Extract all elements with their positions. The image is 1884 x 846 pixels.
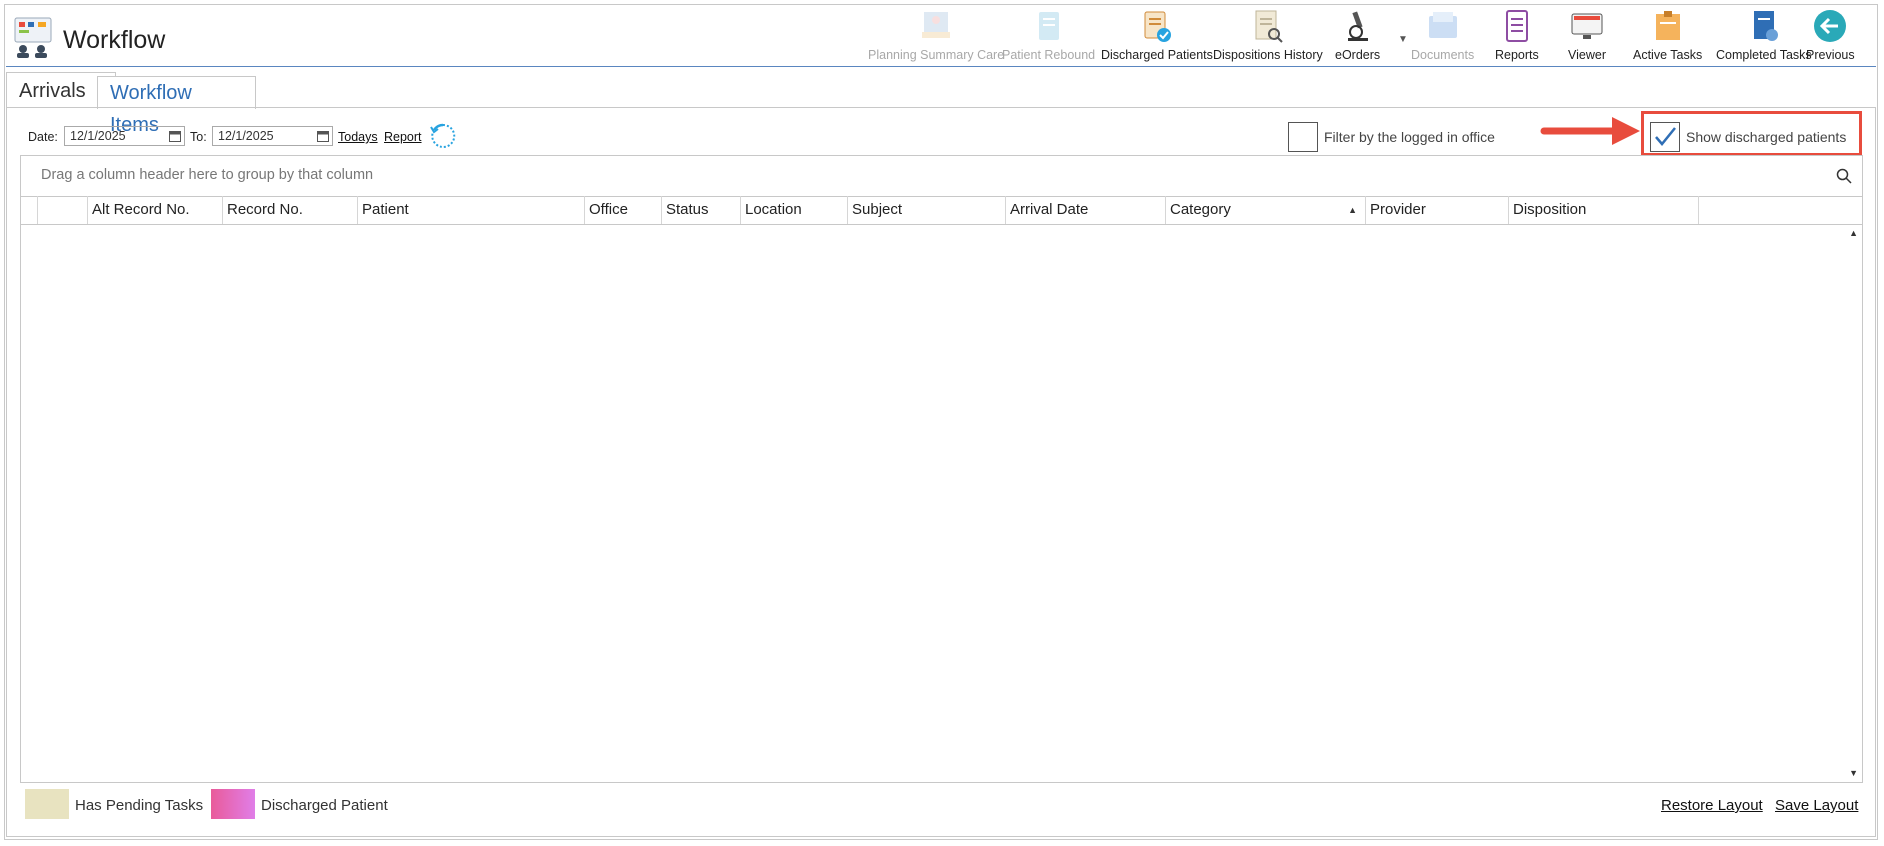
pending-tasks-swatch bbox=[25, 789, 69, 819]
viewer-button[interactable]: Viewer bbox=[1568, 8, 1606, 64]
column-header-provider[interactable]: Provider bbox=[1365, 196, 1508, 224]
patient-rebound-button[interactable]: Patient Rebound bbox=[1002, 8, 1095, 64]
date-from-field[interactable]: 12/1/2025 bbox=[64, 126, 185, 146]
date-to-value: 12/1/2025 bbox=[218, 129, 274, 143]
planning-summary-care-icon bbox=[922, 12, 951, 38]
sort-ascending-icon: ▲ bbox=[1348, 205, 1357, 215]
column-header-subject[interactable]: Subject bbox=[847, 196, 1005, 224]
microscope-icon bbox=[1347, 11, 1368, 41]
checkmark-icon bbox=[1655, 127, 1676, 146]
group-by-panel[interactable]: Drag a column header here to group by th… bbox=[21, 156, 1862, 197]
scroll-up-arrow-icon[interactable]: ▲ bbox=[1849, 228, 1858, 238]
column-header-patient[interactable]: Patient bbox=[357, 196, 584, 224]
monitor-icon bbox=[1571, 13, 1603, 39]
tab-workflow-items[interactable]: Workflow Items bbox=[97, 76, 256, 136]
discharged-patient-legend-label: Discharged Patient bbox=[261, 797, 388, 814]
date-label: Date: bbox=[28, 130, 58, 144]
back-arrow-icon bbox=[1814, 10, 1847, 42]
refresh-icon[interactable] bbox=[430, 123, 456, 149]
column-header-location[interactable]: Location bbox=[740, 196, 847, 224]
show-discharged-checkbox[interactable] bbox=[1650, 122, 1680, 152]
column-header-category-label: Category bbox=[1170, 201, 1231, 218]
column-header-expander[interactable] bbox=[21, 196, 37, 224]
reports-button[interactable]: Reports bbox=[1495, 8, 1539, 64]
documents-button[interactable]: Documents bbox=[1411, 8, 1474, 64]
scroll-down-arrow-icon[interactable]: ▼ bbox=[1849, 768, 1858, 778]
patient-rebound-icon bbox=[1038, 12, 1059, 40]
documents-icon bbox=[1428, 12, 1457, 38]
header-bar: Workflow Planning Summary Care Patient R… bbox=[6, 6, 1876, 67]
dispositions-history-icon bbox=[1255, 10, 1283, 43]
dispositions-history-button[interactable]: Dispositions History bbox=[1213, 8, 1323, 64]
column-header-status[interactable]: Status bbox=[661, 196, 740, 224]
completed-tasks-icon bbox=[1753, 11, 1778, 41]
calendar-icon[interactable] bbox=[169, 130, 181, 142]
date-from-value: 12/1/2025 bbox=[70, 129, 126, 143]
previous-button[interactable]: Previous bbox=[1806, 8, 1855, 64]
workflow-grid: Drag a column header here to group by th… bbox=[20, 155, 1863, 783]
annotation-arrow-icon bbox=[1540, 117, 1640, 145]
calendar-icon[interactable] bbox=[317, 130, 329, 142]
save-layout-link[interactable]: Save Layout bbox=[1775, 797, 1858, 814]
filter-office-label: Filter by the logged in office bbox=[1324, 129, 1495, 145]
toolbar: Planning Summary Care Patient Rebound Di… bbox=[6, 6, 1876, 66]
active-tasks-icon bbox=[1655, 11, 1680, 40]
restore-layout-link[interactable]: Restore Layout bbox=[1661, 797, 1763, 814]
discharged-patients-button[interactable]: Discharged Patients bbox=[1101, 8, 1213, 64]
column-header-indicator[interactable] bbox=[37, 196, 87, 224]
column-header-category[interactable]: Category ▲ bbox=[1165, 196, 1365, 224]
report-link[interactable]: Report bbox=[384, 130, 422, 144]
show-discharged-label: Show discharged patients bbox=[1686, 129, 1847, 145]
discharged-patients-icon bbox=[1144, 11, 1171, 42]
column-header-record-no[interactable]: Record No. bbox=[222, 196, 357, 224]
discharged-patient-swatch bbox=[211, 789, 255, 819]
planning-summary-care-button[interactable]: Planning Summary Care bbox=[868, 8, 1004, 64]
column-header-arrival-date[interactable]: Arrival Date bbox=[1005, 196, 1165, 224]
pending-tasks-legend-label: Has Pending Tasks bbox=[75, 797, 204, 814]
group-by-hint: Drag a column header here to group by th… bbox=[41, 167, 374, 183]
column-header-alt-record-no[interactable]: Alt Record No. bbox=[87, 196, 222, 224]
active-tasks-button[interactable]: Active Tasks bbox=[1633, 8, 1702, 64]
todays-link[interactable]: Todays bbox=[338, 130, 378, 144]
eorders-button[interactable]: eOrders bbox=[1335, 8, 1380, 64]
filter-office-checkbox[interactable] bbox=[1288, 122, 1318, 152]
to-label: To: bbox=[190, 130, 207, 144]
column-header-office[interactable]: Office bbox=[584, 196, 661, 224]
column-header-row: Alt Record No. Record No. Patient Office… bbox=[21, 196, 1862, 225]
date-to-field[interactable]: 12/1/2025 bbox=[212, 126, 333, 146]
search-icon[interactable] bbox=[1836, 168, 1852, 184]
eorders-dropdown-caret-icon[interactable]: ▼ bbox=[1398, 34, 1408, 45]
column-header-disposition[interactable]: Disposition bbox=[1508, 196, 1698, 224]
reports-icon bbox=[1505, 10, 1528, 42]
column-header-filler bbox=[1698, 196, 1849, 224]
completed-tasks-button[interactable]: Completed Tasks bbox=[1716, 8, 1812, 64]
